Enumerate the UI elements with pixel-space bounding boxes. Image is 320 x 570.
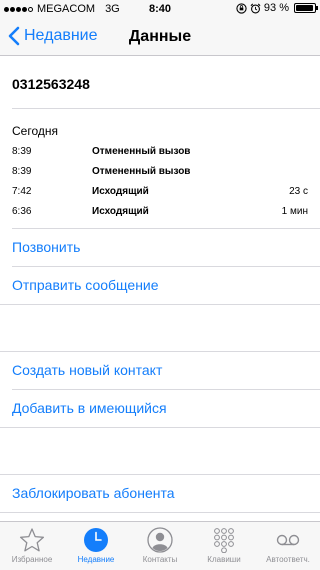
call-type: Исходящий (92, 206, 149, 217)
tab-voicemail[interactable]: Автоответч. (256, 522, 320, 570)
send-message-button[interactable]: Отправить сообщение (12, 277, 159, 293)
tab-label: Автоответч. (266, 555, 310, 564)
block-caller-button[interactable]: Заблокировать абонента (12, 485, 175, 501)
call-time: 8:39 (12, 166, 32, 177)
call-duration: 1 мин (281, 206, 308, 217)
call-type: Отмененный вызов (92, 166, 191, 177)
battery-level (296, 5, 313, 11)
divider (12, 266, 320, 267)
call-history-row: 7:42 Исходящий 23 с (0, 184, 320, 202)
call-time: 8:39 (12, 146, 32, 157)
call-history-row: 8:39 Отмененный вызов (0, 164, 320, 182)
lock-rotation-icon (236, 2, 247, 14)
call-button[interactable]: Позвонить (12, 239, 80, 255)
star-icon (19, 528, 45, 552)
call-history-row: 8:39 Отмененный вызов (0, 144, 320, 162)
tab-label: Клавиши (207, 555, 241, 564)
divider (12, 228, 320, 229)
tab-label: Недавние (77, 555, 115, 564)
create-new-contact-button[interactable]: Создать новый контакт (12, 362, 162, 378)
divider (12, 389, 320, 390)
battery-percent: 93 % (263, 2, 289, 14)
history-day-label: Сегодня (12, 124, 58, 138)
status-right: 93 % (236, 2, 318, 14)
tab-keypad[interactable]: Клавиши (192, 522, 256, 570)
alarm-icon (250, 3, 261, 13)
phone-number: 0312563248 (12, 76, 90, 92)
tab-label: Избранное (11, 555, 53, 564)
tab-recents[interactable]: Недавние (64, 522, 128, 570)
tab-favorites[interactable]: Избранное (0, 522, 64, 570)
page-title: Данные (128, 28, 192, 45)
tab-label: Контакты (142, 555, 178, 564)
call-type: Исходящий (92, 186, 149, 197)
divider (12, 108, 320, 109)
divider (0, 351, 320, 352)
tab-bar: Избранное Недавние Контакты Клавиши Авто… (0, 521, 320, 570)
battery-icon (294, 3, 318, 13)
contacts-icon (147, 527, 173, 553)
divider (0, 512, 320, 513)
call-history-row: 6:36 Исходящий 1 мин (0, 204, 320, 222)
call-type: Отмененный вызов (92, 146, 191, 157)
navigation-bar: Недавние Данные (0, 18, 320, 56)
call-time: 6:36 (12, 206, 32, 217)
call-time: 7:42 (12, 186, 32, 197)
call-duration: 23 с (289, 186, 308, 197)
tab-contacts[interactable]: Контакты (128, 522, 192, 570)
keypad-icon (214, 528, 234, 553)
voicemail-icon (276, 534, 300, 546)
divider (0, 474, 320, 475)
divider (0, 427, 320, 428)
add-to-existing-contact-button[interactable]: Добавить в имеющийся (12, 400, 167, 416)
clock-icon (84, 528, 108, 552)
divider (0, 304, 320, 305)
status-bar: MEGACOM 3G 8:40 93 % (0, 0, 320, 18)
